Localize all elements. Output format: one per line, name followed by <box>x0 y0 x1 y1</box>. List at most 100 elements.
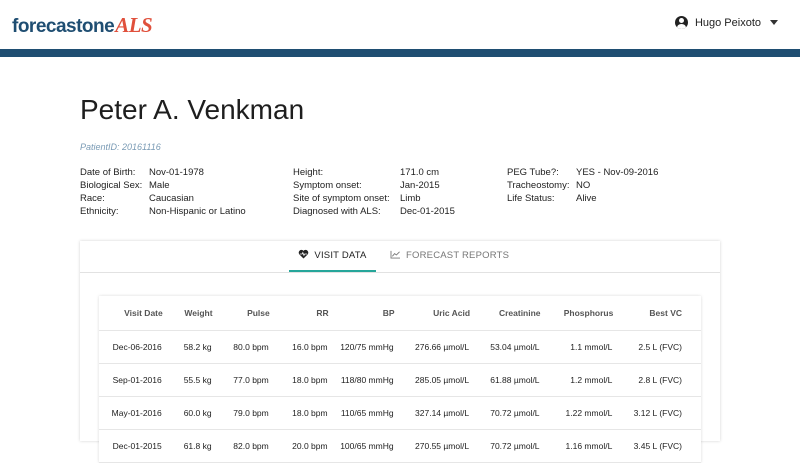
column-header-weight[interactable]: Weight <box>162 296 213 331</box>
table-row[interactable]: Sep-01-2016 55.5 kg 77.0 bpm 18.0 bpm 11… <box>99 363 701 397</box>
user-name: Hugo Peixoto <box>694 16 761 29</box>
info-row: Site of symptom onset: Limb <box>293 192 455 205</box>
cell-best-vc: 2.5 L (FVC) <box>613 330 701 364</box>
column-header-creatinine[interactable]: Creatinine <box>470 296 541 331</box>
cell-creatinine: 53.04 µmol/L <box>470 330 541 364</box>
info-value: Nov-01-1978 <box>149 167 204 178</box>
patient-info-column-3: PEG Tube?: YES - Nov-09-2016 Tracheostomy… <box>507 166 658 205</box>
table-header-row: Visit Date Weight Pulse RR BP Uric Acid … <box>99 296 701 331</box>
patient-id: PatientID: 20161116 <box>80 142 161 152</box>
info-label: Biological Sex: <box>80 180 143 191</box>
tab-label: FORECAST REPORTS <box>406 250 510 261</box>
user-menu[interactable]: Hugo Peixoto <box>674 16 778 29</box>
info-value: Caucasian <box>149 193 194 204</box>
table-row[interactable]: Dec-06-2016 58.2 kg 80.0 bpm 16.0 bpm 12… <box>99 330 701 364</box>
info-row: Symptom onset: Jan-2015 <box>293 179 455 192</box>
cell-bp: 120/75 mmHg <box>328 330 395 364</box>
cell-best-vc: 3.12 L (FVC) <box>613 396 701 430</box>
info-value: Jan-2015 <box>400 180 440 191</box>
cell-phosphorus: 1.16 mmol/L <box>540 429 614 463</box>
info-label: Diagnosed with ALS: <box>293 206 381 217</box>
info-label: Race: <box>80 193 105 204</box>
table-row[interactable]: Dec-01-2015 61.8 kg 82.0 bpm 20.0 bpm 10… <box>99 429 701 463</box>
cell-phosphorus: 1.1 mmol/L <box>540 330 614 364</box>
info-row: Race: Caucasian <box>80 192 246 205</box>
visit-data-table-container: Visit Date Weight Pulse RR BP Uric Acid … <box>99 296 701 463</box>
info-value: YES - Nov-09-2016 <box>576 167 659 178</box>
logo-text-als: ALS <box>115 13 153 37</box>
tab-forecast-reports[interactable]: FORECAST REPORTS <box>390 241 509 270</box>
column-header-visit-date[interactable]: Visit Date <box>99 296 163 331</box>
cell-pulse: 77.0 bpm <box>212 363 270 397</box>
app-logo[interactable]: forecastoneALS <box>12 13 153 38</box>
info-row: Height: 171.0 cm <box>293 166 455 179</box>
patient-name: Peter A. Venkman <box>80 94 305 125</box>
cell-uric-acid: 285.05 µmol/L <box>394 363 471 397</box>
info-label: Ethnicity: <box>80 206 119 217</box>
cell-weight: 61.8 kg <box>162 429 213 463</box>
cell-pulse: 79.0 bpm <box>212 396 270 430</box>
info-row: Ethnicity: Non-Hispanic or Latino <box>80 205 246 218</box>
cell-rr: 18.0 bpm <box>269 396 329 430</box>
info-row: Diagnosed with ALS: Dec-01-2015 <box>293 205 455 218</box>
tab-label: VISIT DATA <box>314 250 367 261</box>
top-bar: forecastoneALS Hugo Peixoto <box>0 0 800 49</box>
info-label: Tracheostomy: <box>507 180 570 191</box>
patient-info-column-2: Height: 171.0 cm Symptom onset: Jan-2015 S… <box>293 166 455 218</box>
cell-visit-date: Sep-01-2016 <box>99 363 163 397</box>
column-header-phosphorus[interactable]: Phosphorus <box>540 296 614 331</box>
cell-phosphorus: 1.22 mmol/L <box>540 396 614 430</box>
cell-rr: 18.0 bpm <box>269 363 329 397</box>
cell-pulse: 82.0 bpm <box>212 429 270 463</box>
line-chart-icon <box>390 250 401 262</box>
cell-bp: 118/80 mmHg <box>328 363 395 397</box>
patient-info-column-1: Date of Birth: Nov-01-1978 Biological Sex… <box>80 166 246 218</box>
info-value: Limb <box>400 193 421 204</box>
info-value: Male <box>149 180 170 191</box>
caret-down-icon[interactable] <box>770 20 778 25</box>
cell-best-vc: 3.45 L (FVC) <box>613 429 701 463</box>
info-label: Height: <box>293 167 324 178</box>
info-value: Alive <box>576 193 597 204</box>
cell-pulse: 80.0 bpm <box>212 330 270 364</box>
info-row: Life Status: Alive <box>507 192 658 205</box>
info-row: Date of Birth: Nov-01-1978 <box>80 166 246 179</box>
info-value: Dec-01-2015 <box>400 206 455 217</box>
cell-weight: 60.0 kg <box>162 396 213 430</box>
cell-bp: 110/65 mmHg <box>328 396 395 430</box>
cell-bp: 100/65 mmHg <box>328 429 395 463</box>
header-accent-bar <box>0 49 800 57</box>
column-header-uric-acid[interactable]: Uric Acid <box>394 296 471 331</box>
info-label: PEG Tube?: <box>507 167 559 178</box>
tab-bar: VISIT DATA FORECAST REPORTS <box>80 241 720 273</box>
cell-creatinine: 70.72 µmol/L <box>470 429 541 463</box>
info-row: PEG Tube?: YES - Nov-09-2016 <box>507 166 658 179</box>
cell-creatinine: 70.72 µmol/L <box>470 396 541 430</box>
column-header-pulse[interactable]: Pulse <box>212 296 270 331</box>
info-row: Biological Sex: Male <box>80 179 246 192</box>
info-value: 171.0 cm <box>400 167 440 178</box>
heart-pulse-icon <box>298 249 309 262</box>
column-header-rr[interactable]: RR <box>269 296 329 331</box>
column-header-best-vc[interactable]: Best VC <box>613 296 701 331</box>
info-label: Site of symptom onset: <box>293 193 390 204</box>
cell-creatinine: 61.88 µmol/L <box>470 363 541 397</box>
cell-uric-acid: 276.66 µmol/L <box>394 330 471 364</box>
cell-visit-date: May-01-2016 <box>99 396 163 430</box>
visit-data-table: Visit Date Weight Pulse RR BP Uric Acid … <box>99 296 701 463</box>
cell-rr: 16.0 bpm <box>269 330 329 364</box>
info-label: Date of Birth: <box>80 167 136 178</box>
tab-visit-data[interactable]: VISIT DATA <box>289 241 376 272</box>
cell-best-vc: 2.8 L (FVC) <box>613 363 701 397</box>
table-row[interactable]: May-01-2016 60.0 kg 79.0 bpm 18.0 bpm 11… <box>99 396 701 430</box>
column-header-bp[interactable]: BP <box>328 296 395 331</box>
account-circle-icon <box>674 16 688 29</box>
info-label: Symptom onset: <box>293 180 362 191</box>
info-row: Tracheostomy: NO <box>507 179 658 192</box>
patient-data-card: VISIT DATA FORECAST REPORTS Visit Date W… <box>80 241 720 463</box>
cell-uric-acid: 327.14 µmol/L <box>394 396 471 430</box>
info-label: Life Status: <box>507 193 555 204</box>
cell-uric-acid: 270.55 µmol/L <box>394 429 471 463</box>
info-value: Non-Hispanic or Latino <box>149 206 246 217</box>
cell-phosphorus: 1.2 mmol/L <box>540 363 614 397</box>
